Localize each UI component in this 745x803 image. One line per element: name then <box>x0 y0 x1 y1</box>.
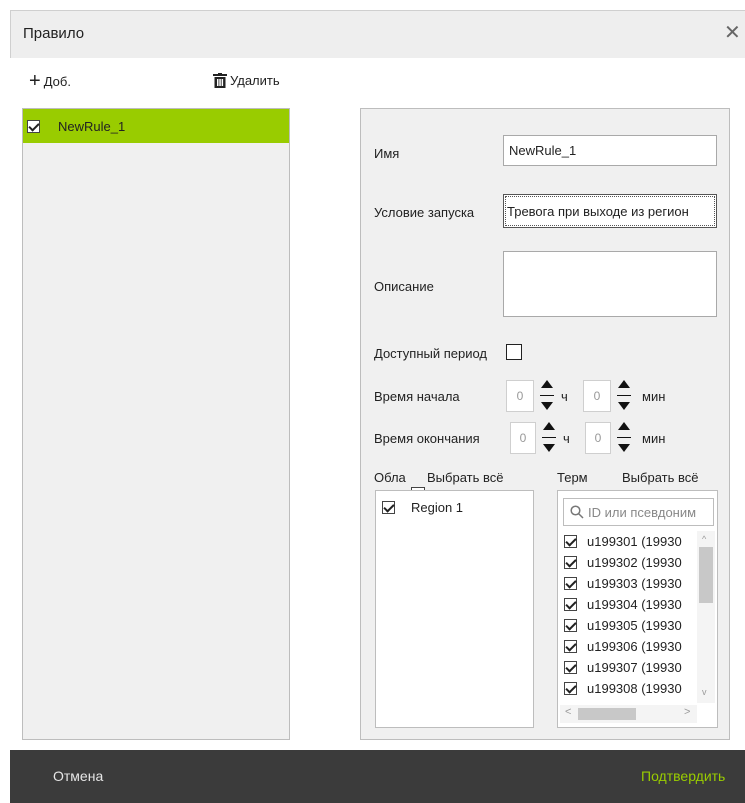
terminal-item-checkbox[interactable] <box>564 577 577 590</box>
scroll-right-icon[interactable]: > <box>684 706 690 718</box>
end-hours-input[interactable]: 0 <box>510 422 536 454</box>
scroll-down-icon[interactable]: v <box>702 687 707 697</box>
period-label: Доступный период <box>374 346 488 361</box>
terminal-item-label: u199301 (19930 <box>587 534 682 549</box>
scroll-up-icon[interactable]: ^ <box>702 534 706 544</box>
rule-list-panel <box>22 108 290 740</box>
start-minutes-unit: мин <box>642 389 666 404</box>
terminal-list-item[interactable]: u199301 (19930 <box>564 531 696 552</box>
name-input[interactable]: NewRule_1 <box>503 135 717 166</box>
spinner-divider <box>617 436 631 438</box>
scroll-left-icon[interactable]: < <box>565 706 571 718</box>
spinner-divider <box>617 394 631 396</box>
terminal-item-label: u199308 (19930 <box>587 681 682 696</box>
description-label: Описание <box>374 279 434 294</box>
add-rule-button[interactable]: + Доб. <box>29 70 71 92</box>
arrow-down-icon[interactable] <box>618 444 630 452</box>
start-minutes-input[interactable]: 0 <box>583 380 611 412</box>
terminal-horizontal-scrollbar[interactable]: < > <box>560 705 697 723</box>
terminal-search-placeholder: ID или псевдоним <box>588 504 697 520</box>
trigger-select-value: Тревога при выходе из регион <box>507 203 689 219</box>
end-minutes-input[interactable]: 0 <box>585 422 611 454</box>
spinner-divider <box>542 436 556 438</box>
start-hours-spinner[interactable] <box>538 380 556 410</box>
terminal-list-item[interactable]: u199305 (19930 <box>564 615 696 636</box>
rule-checkbox[interactable] <box>27 119 40 133</box>
start-minutes-spinner[interactable] <box>615 380 633 410</box>
end-time-label: Время окончания <box>374 431 480 446</box>
start-hours-input[interactable]: 0 <box>506 380 534 412</box>
terminal-header-label: Терм <box>557 470 588 485</box>
terminal-select-all-label: Выбрать всё <box>622 470 699 485</box>
h-scrollbar-thumb[interactable] <box>578 708 636 720</box>
terminal-list: ID или псевдоним u199301 (19930 u199302 … <box>557 490 718 728</box>
terminal-vertical-scrollbar[interactable]: ^ v <box>697 531 715 703</box>
terminal-list-item[interactable]: u199303 (19930 <box>564 573 696 594</box>
close-icon[interactable]: ✕ <box>724 21 741 45</box>
trigger-select[interactable]: Тревога при выходе из регион <box>503 194 717 228</box>
rule-list-item[interactable]: NewRule_1 <box>23 109 289 143</box>
arrow-down-icon[interactable] <box>618 402 630 410</box>
trigger-label: Условие запуска <box>374 205 475 220</box>
rule-name: NewRule_1 <box>58 118 126 134</box>
terminal-search-input[interactable]: ID или псевдоним <box>563 498 714 526</box>
description-textarea[interactable] <box>503 251 717 317</box>
arrow-up-icon[interactable] <box>543 422 555 430</box>
area-header-label: Обла <box>374 470 406 485</box>
plus-icon: + <box>29 70 41 92</box>
start-time-label: Время начала <box>374 389 460 404</box>
terminal-item-checkbox[interactable] <box>564 556 577 569</box>
terminal-item-label: u199307 (19930 <box>587 660 682 675</box>
terminal-item-checkbox[interactable] <box>564 619 577 632</box>
terminal-item-checkbox[interactable] <box>564 661 577 674</box>
terminal-item-label: u199302 (19930 <box>587 555 682 570</box>
scrollbar-thumb[interactable] <box>699 547 713 603</box>
terminal-item-checkbox[interactable] <box>564 535 577 548</box>
arrow-up-icon[interactable] <box>618 380 630 388</box>
spinner-divider <box>540 394 554 396</box>
name-label: Имя <box>374 146 400 161</box>
delete-rule-button[interactable]: Удалить <box>213 73 280 88</box>
dialog-title-bar: Правило ✕ <box>10 10 745 58</box>
area-item-label: Region 1 <box>411 500 464 515</box>
terminal-list-item[interactable]: u199302 (19930 <box>564 552 696 573</box>
terminal-item-checkbox[interactable] <box>564 640 577 653</box>
period-checkbox[interactable] <box>506 344 522 360</box>
area-list: Region 1 <box>375 490 534 728</box>
start-hours-unit: ч <box>561 389 568 404</box>
cancel-button[interactable]: Отмена <box>53 768 103 784</box>
end-minutes-unit: мин <box>642 431 666 446</box>
area-select-all-label: Выбрать всё <box>427 470 504 485</box>
arrow-down-icon[interactable] <box>541 402 553 410</box>
terminal-items: u199301 (19930 u199302 (19930 u199303 (1… <box>564 531 696 699</box>
terminal-item-label: u199305 (19930 <box>587 618 682 633</box>
confirm-button[interactable]: Подтвердить <box>641 768 725 784</box>
terminal-item-label: u199303 (19930 <box>587 576 682 591</box>
terminal-list-item[interactable]: u199306 (19930 <box>564 636 696 657</box>
add-rule-label: Доб. <box>43 73 71 89</box>
area-list-item[interactable]: Region 1 <box>382 497 463 518</box>
arrow-up-icon[interactable] <box>541 380 553 388</box>
arrow-down-icon[interactable] <box>543 444 555 452</box>
terminal-item-checkbox[interactable] <box>564 598 577 611</box>
terminal-list-item[interactable]: u199304 (19930 <box>564 594 696 615</box>
dialog-title: Правило <box>23 25 85 42</box>
terminal-item-checkbox[interactable] <box>564 682 577 695</box>
dialog-footer: Отмена Подтвердить <box>10 750 745 803</box>
delete-rule-label: Удалить <box>230 73 280 88</box>
search-icon <box>570 505 584 519</box>
area-item-checkbox[interactable] <box>382 501 395 514</box>
trash-icon <box>213 73 227 88</box>
end-hours-unit: ч <box>563 431 570 446</box>
arrow-up-icon[interactable] <box>618 422 630 430</box>
end-minutes-spinner[interactable] <box>615 422 633 452</box>
terminal-item-label: u199306 (19930 <box>587 639 682 654</box>
terminal-list-item[interactable]: u199308 (19930 <box>564 678 696 699</box>
terminal-list-item[interactable]: u199307 (19930 <box>564 657 696 678</box>
terminal-item-label: u199304 (19930 <box>587 597 682 612</box>
end-hours-spinner[interactable] <box>540 422 558 452</box>
